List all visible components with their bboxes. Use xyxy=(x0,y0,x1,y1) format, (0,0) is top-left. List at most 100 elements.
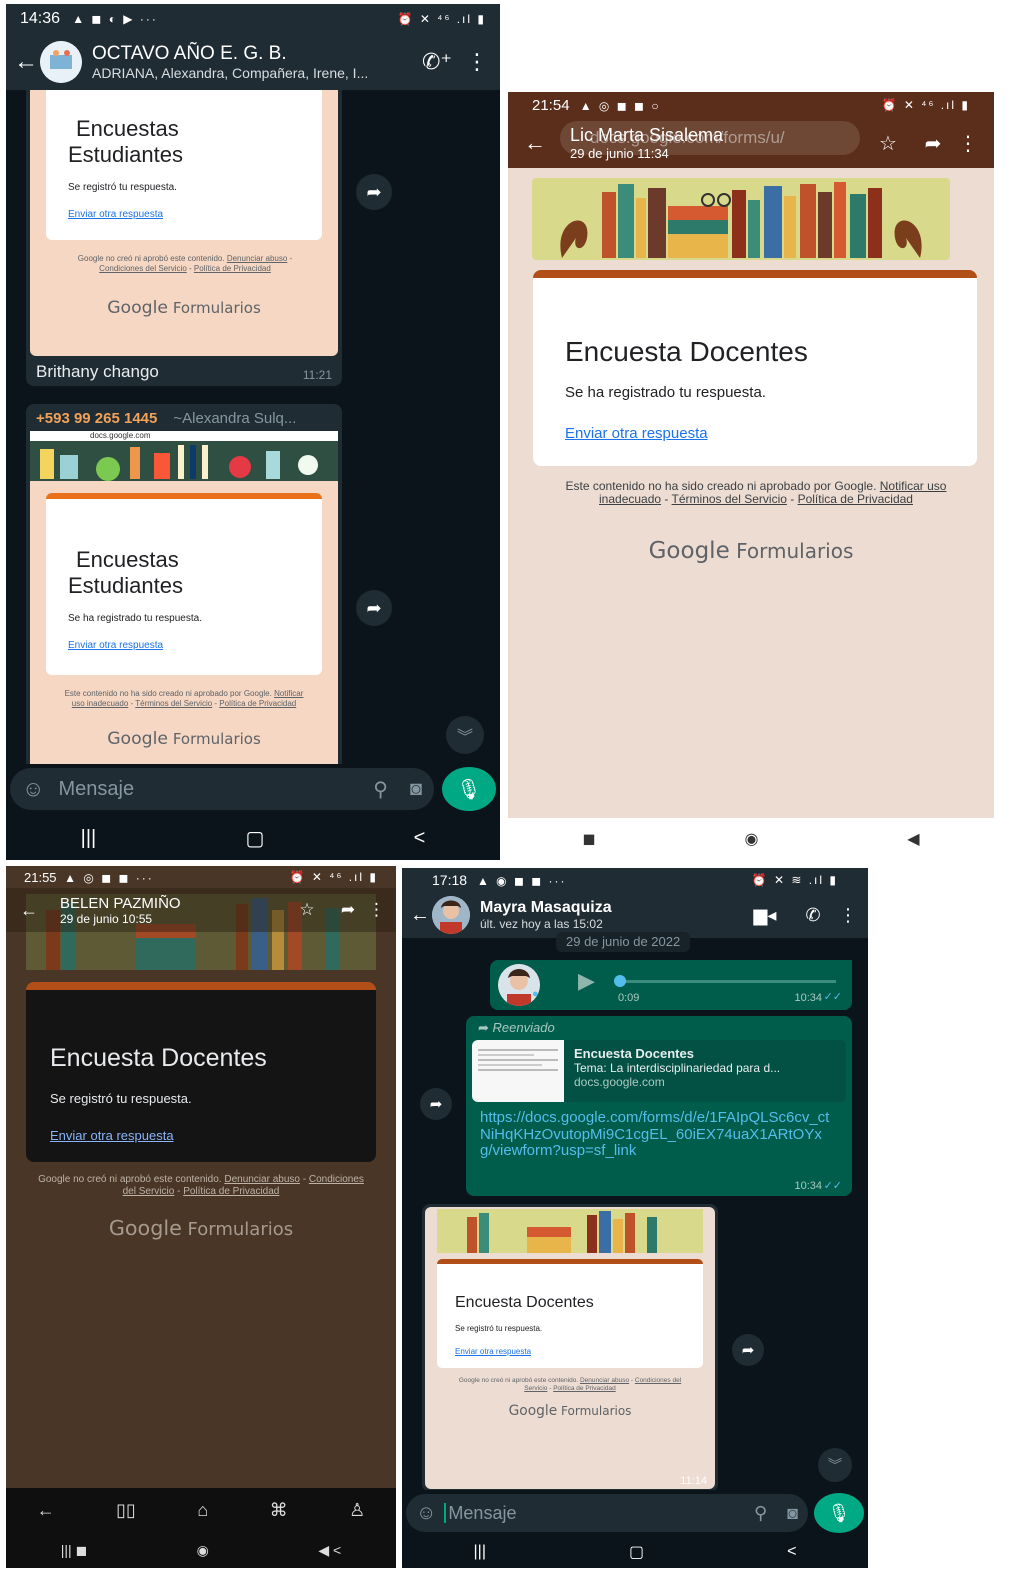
back-arrow-icon[interactable]: ← xyxy=(410,904,432,927)
recent-apps-icon[interactable]: ◼ xyxy=(582,829,595,849)
profile-icon[interactable]: ♙ xyxy=(349,1500,365,1521)
message-input-bar: ☺ Mensaje ⚲ ◙ 🎙 xyxy=(6,764,500,814)
footer-link-privacy[interactable]: Política de Privacidad xyxy=(183,1186,279,1197)
microphone-icon: 🎙 xyxy=(827,1502,851,1523)
brand-forms: Formularios xyxy=(736,539,854,563)
status-bar: 14:36 ▲ ◼ ◐ ▶ ··· ⏰ ✕ ⁴⁶ .ıl ▮ xyxy=(6,4,500,34)
group-avatar[interactable] xyxy=(40,41,82,83)
footer-link-privacy[interactable]: Política de Privacidad xyxy=(798,492,913,506)
form-screenshot-image: Encuestas Estudiantes Se registró tu res… xyxy=(30,90,338,356)
send-another-link[interactable]: Enviar otra respuesta xyxy=(455,1347,685,1356)
screenshot-status-viewer-dark: 21:55 ▲ ◎ ◼ ◼ ··· ⏰ ✕ ⁴⁶ .ıl ▮ ← BELEN P… xyxy=(6,866,396,1568)
footer-link-terms[interactable]: Condiciones del Servicio xyxy=(99,264,187,273)
image-message[interactable]: Encuesta Docentes Se registró tu respues… xyxy=(422,1204,718,1492)
home-nav-icon[interactable]: ◉ xyxy=(197,1542,209,1559)
link-message[interactable]: ➦ Reenviado Encuesta Docentes Tema: La i… xyxy=(466,1016,852,1196)
message-input[interactable]: ☺ Mensaje ⚲ ◙ xyxy=(10,768,434,810)
star-icon[interactable]: ☆ xyxy=(868,131,908,156)
send-another-link[interactable]: Enviar otra respuesta xyxy=(68,640,300,651)
send-another-link[interactable]: Enviar otra respuesta xyxy=(50,1128,352,1143)
footer-link-privacy[interactable]: Política de Privacidad xyxy=(194,264,271,273)
message-link[interactable]: https://docs.google.com/forms/d/e/1FAIpQ… xyxy=(472,1102,842,1160)
emoji-icon[interactable]: ☺ xyxy=(22,776,44,802)
footer-link-abuse[interactable]: Denunciar abuso xyxy=(224,1174,300,1185)
browser-toolbar: ← ▯▯ ⌂ ⌘ ♙ xyxy=(6,1488,396,1532)
play-icon[interactable]: ▶ xyxy=(578,968,595,994)
camera-icon[interactable]: ◙ xyxy=(787,1503,798,1524)
chat-body: Encuestas Estudiantes Se registró tu res… xyxy=(6,86,500,770)
message-input[interactable]: ☺ Mensaje ⚲ ◙ xyxy=(406,1494,808,1532)
image-message[interactable]: Encuestas Estudiantes Se registró tu res… xyxy=(26,86,342,386)
home-icon[interactable]: ▢ xyxy=(245,826,264,851)
forward-button[interactable]: ➦ xyxy=(420,1088,452,1120)
recent-apps-icon[interactable]: ||| ◼ xyxy=(61,1542,87,1559)
book-icon[interactable]: ▯▯ xyxy=(116,1500,136,1521)
back-arrow-icon[interactable]: ← xyxy=(20,900,60,921)
camera-icon[interactable]: ◙ xyxy=(410,778,422,801)
forward-button[interactable]: ➦ xyxy=(356,174,392,210)
form-title: Encuestas xyxy=(76,547,179,572)
add-call-icon[interactable]: ✆⁺ xyxy=(412,49,462,75)
voice-waveform[interactable] xyxy=(616,980,836,983)
recent-apps-icon[interactable]: ||| xyxy=(474,1543,486,1561)
footer-link-privacy[interactable]: Política de Privacidad xyxy=(219,699,296,708)
more-options-icon[interactable]: ⋮ xyxy=(836,905,860,926)
forward-button[interactable]: ➦ xyxy=(732,1334,764,1366)
message-input-bar: ☺ Mensaje ⚲ ◙ 🎙 xyxy=(402,1490,868,1536)
back-arrow-icon[interactable]: ← xyxy=(37,1500,55,1521)
scroll-down-button[interactable]: ︾ xyxy=(818,1448,852,1482)
attach-icon[interactable]: ⚲ xyxy=(754,1503,767,1524)
footer-link-terms[interactable]: Términos del Servicio xyxy=(135,699,212,708)
notification-icons: ▲ ◼ ◐ ▶ ··· xyxy=(72,12,158,26)
form-page: Encuesta Docentes Se ha registrado tu re… xyxy=(508,168,994,818)
mic-button[interactable]: 🎙 xyxy=(814,1493,864,1533)
image-message[interactable]: +593 99 265 1445 ~Alexandra Sulq... docs… xyxy=(26,404,342,770)
contact-avatar[interactable] xyxy=(432,896,470,934)
form-card: Encuesta Docentes Se registró tu respues… xyxy=(26,990,376,1162)
brand-google: Google xyxy=(648,538,730,564)
game-icon[interactable]: ⌘ xyxy=(270,1500,288,1521)
google-forms-logo: Google Formularios xyxy=(6,1216,396,1240)
double-chevron-down-icon: ︾ xyxy=(456,729,473,746)
home-icon[interactable]: ◉ xyxy=(745,829,759,849)
link-preview[interactable]: Encuesta Docentes Tema: La interdiscipli… xyxy=(472,1040,846,1102)
more-options-icon[interactable]: ⋮ xyxy=(462,49,492,75)
form-accent-bar xyxy=(533,270,977,278)
footer-link-abuse[interactable]: Denunciar abuso xyxy=(580,1377,629,1384)
voice-progress-thumb[interactable] xyxy=(614,975,626,987)
share-icon[interactable]: ➦ xyxy=(328,900,368,920)
home-icon[interactable]: ▢ xyxy=(629,1542,644,1562)
read-ticks-icon: ✓✓ xyxy=(823,1180,842,1192)
back-nav-icon[interactable]: < xyxy=(787,1543,796,1561)
attach-icon[interactable]: ⚲ xyxy=(373,777,388,802)
voice-message[interactable]: ● ▶ 0:09 10:34 ✓✓ xyxy=(490,960,852,1010)
form-title: Encuesta Docentes xyxy=(455,1294,594,1311)
video-call-icon[interactable]: ▆◂ xyxy=(740,905,790,926)
screenshot-whatsapp-chat: 17:18 ▲ ◉ ◼ ◼ ··· ⏰ ✕ ≋ .ıl ▮ ← Mayra Ma… xyxy=(402,868,868,1568)
chat-title[interactable]: OCTAVO AÑO E. G. B. xyxy=(92,43,412,65)
form-response: Se ha registrado tu respuesta. xyxy=(565,384,766,401)
back-nav-icon[interactable]: < xyxy=(414,827,426,850)
sender-phone[interactable]: +593 99 265 1445 xyxy=(36,410,157,427)
recent-apps-icon[interactable]: ||| xyxy=(81,827,97,850)
send-another-link[interactable]: Enviar otra respuesta xyxy=(68,209,300,220)
contact-name[interactable]: Mayra Masaquiza xyxy=(480,899,740,917)
forward-button[interactable]: ➦ xyxy=(356,590,392,626)
form-screenshot-image: docs.google.com Encuestas Estudiantes Se… xyxy=(30,431,338,767)
mic-button[interactable]: 🎙 xyxy=(442,767,496,811)
back-arrow-icon[interactable]: ← xyxy=(14,48,40,76)
voice-call-icon[interactable]: ✆ xyxy=(790,905,836,926)
scroll-down-button[interactable]: ︾ xyxy=(446,716,484,754)
share-icon[interactable]: ➦ xyxy=(908,131,958,156)
back-nav-icon[interactable]: ◀ xyxy=(907,829,919,849)
star-icon[interactable]: ☆ xyxy=(286,900,328,920)
footer-link-terms[interactable]: Términos del Servicio xyxy=(672,492,787,506)
send-another-link[interactable]: Enviar otra respuesta xyxy=(565,425,945,442)
emoji-icon[interactable]: ☺ xyxy=(416,1502,436,1525)
footer-link-abuse[interactable]: Denunciar abuso xyxy=(227,254,287,263)
home-icon[interactable]: ⌂ xyxy=(197,1500,208,1521)
back-nav-icon[interactable]: ◀ < xyxy=(318,1542,341,1559)
more-options-icon[interactable]: ⋮ xyxy=(958,131,978,156)
more-options-icon[interactable]: ⋮ xyxy=(368,900,385,920)
footer-link-privacy[interactable]: Política de Privacidad xyxy=(553,1385,616,1392)
